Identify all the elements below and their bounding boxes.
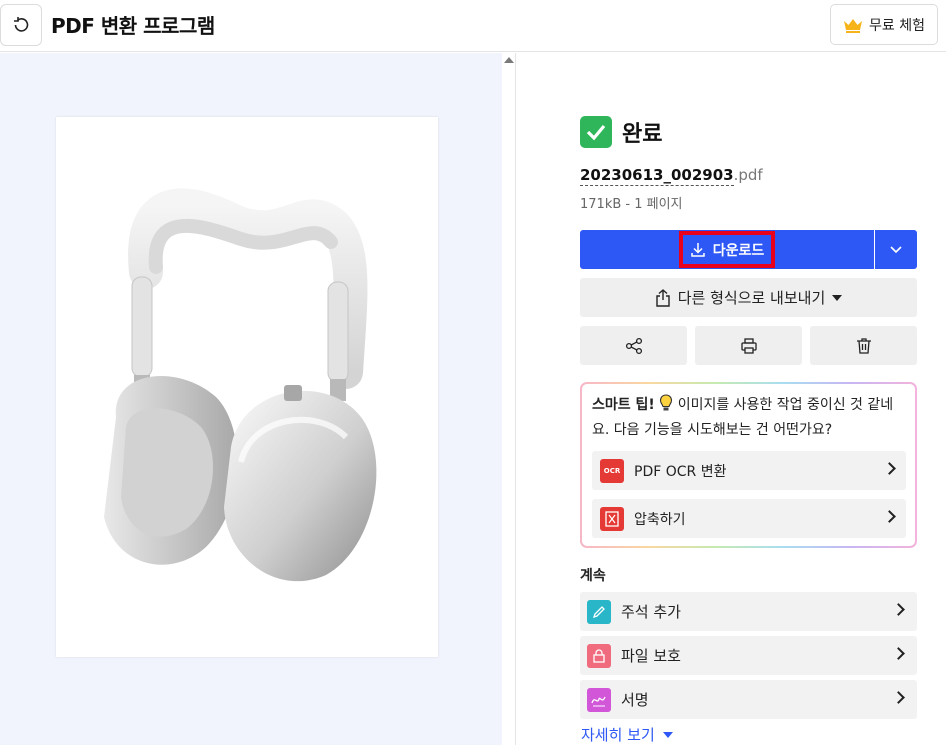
smart-tip-title: 스마트 팁! xyxy=(592,397,655,413)
download-icon xyxy=(690,242,705,257)
continue-item-sign-label: 서명 xyxy=(621,691,649,709)
download-button[interactable]: 다운로드 xyxy=(580,230,874,269)
see-more-link[interactable]: 자세히 보기 xyxy=(581,724,673,745)
status-text: 완료 xyxy=(622,122,663,147)
free-trial-label: 무료 체험 xyxy=(869,17,925,34)
scroll-up-arrow-icon[interactable] xyxy=(504,57,514,63)
pdf-page-preview xyxy=(56,117,438,657)
tip-item-ocr-label: PDF OCR 변환 xyxy=(634,463,727,480)
file-meta: 171kB - 1 페이지 xyxy=(580,197,683,212)
completion-status: 완료 xyxy=(580,116,662,148)
preview-pane xyxy=(0,53,502,745)
export-label: 다른 형식으로 내보내기 xyxy=(677,289,826,307)
chevron-right-icon xyxy=(892,603,905,616)
headphones-image xyxy=(104,188,377,582)
delete-button[interactable] xyxy=(810,326,917,365)
lock-icon xyxy=(587,643,611,668)
download-label: 다운로드 xyxy=(712,242,765,259)
tip-item-compress[interactable]: 압축하기 xyxy=(592,499,906,538)
continue-item-sign[interactable]: 서명 xyxy=(580,680,917,719)
share-upload-icon xyxy=(656,288,670,307)
share-icon xyxy=(625,337,642,354)
top-bar: PDF 변환 프로그램 무료 체험 xyxy=(0,0,946,52)
signature-icon xyxy=(587,687,611,712)
ocr-icon: OCR xyxy=(600,458,624,483)
check-icon xyxy=(580,116,612,148)
share-button[interactable] xyxy=(580,326,687,365)
continue-item-protect-label: 파일 보호 xyxy=(621,647,681,665)
file-name-base[interactable]: 20230613_002903 xyxy=(580,166,734,186)
smart-tip-text: 스마트 팁! 이미지를 사용한 작업 중이신 것 같네요. 다음 기능을 시도해… xyxy=(592,393,910,443)
trash-icon xyxy=(856,337,871,354)
smart-tip-inner: 스마트 팁! 이미지를 사용한 작업 중이신 것 같네요. 다음 기능을 시도해… xyxy=(582,384,915,546)
see-more-label: 자세히 보기 xyxy=(581,726,655,744)
compress-icon xyxy=(600,506,624,531)
continue-item-annotate-label: 주석 추가 xyxy=(621,603,681,621)
back-button[interactable] xyxy=(0,4,42,46)
chevron-right-icon xyxy=(892,647,905,660)
lightbulb-icon xyxy=(660,394,673,411)
undo-icon xyxy=(14,17,29,32)
chevron-right-icon xyxy=(883,510,896,523)
pencil-icon xyxy=(587,599,611,624)
chevron-right-icon xyxy=(883,462,896,475)
tip-item-ocr[interactable]: OCR PDF OCR 변환 xyxy=(592,451,906,490)
print-icon xyxy=(740,337,757,354)
print-button[interactable] xyxy=(695,326,802,365)
continue-item-annotate[interactable]: 주석 추가 xyxy=(580,592,917,631)
caret-down-icon xyxy=(662,731,673,738)
chevron-right-icon xyxy=(892,691,905,704)
crown-icon xyxy=(844,18,862,33)
download-options-button[interactable] xyxy=(875,230,917,269)
preview-scrollbar[interactable] xyxy=(502,53,516,745)
export-other-format-button[interactable]: 다른 형식으로 내보내기 xyxy=(580,278,917,317)
smart-tip-card: 스마트 팁! 이미지를 사용한 작업 중이신 것 같네요. 다음 기능을 시도해… xyxy=(580,382,917,548)
app-title: PDF 변환 프로그램 xyxy=(51,14,215,38)
caret-down-icon xyxy=(832,294,843,301)
file-extension: .pdf xyxy=(733,166,763,184)
chevron-down-icon xyxy=(890,245,902,253)
free-trial-button[interactable]: 무료 체험 xyxy=(830,4,938,45)
continue-section-title: 계속 xyxy=(580,568,606,584)
tip-item-compress-label: 압축하기 xyxy=(634,511,686,528)
file-name[interactable]: 20230613_002903.pdf xyxy=(580,166,763,186)
download-highlight: 다운로드 xyxy=(678,231,776,268)
continue-item-protect[interactable]: 파일 보호 xyxy=(580,636,917,675)
